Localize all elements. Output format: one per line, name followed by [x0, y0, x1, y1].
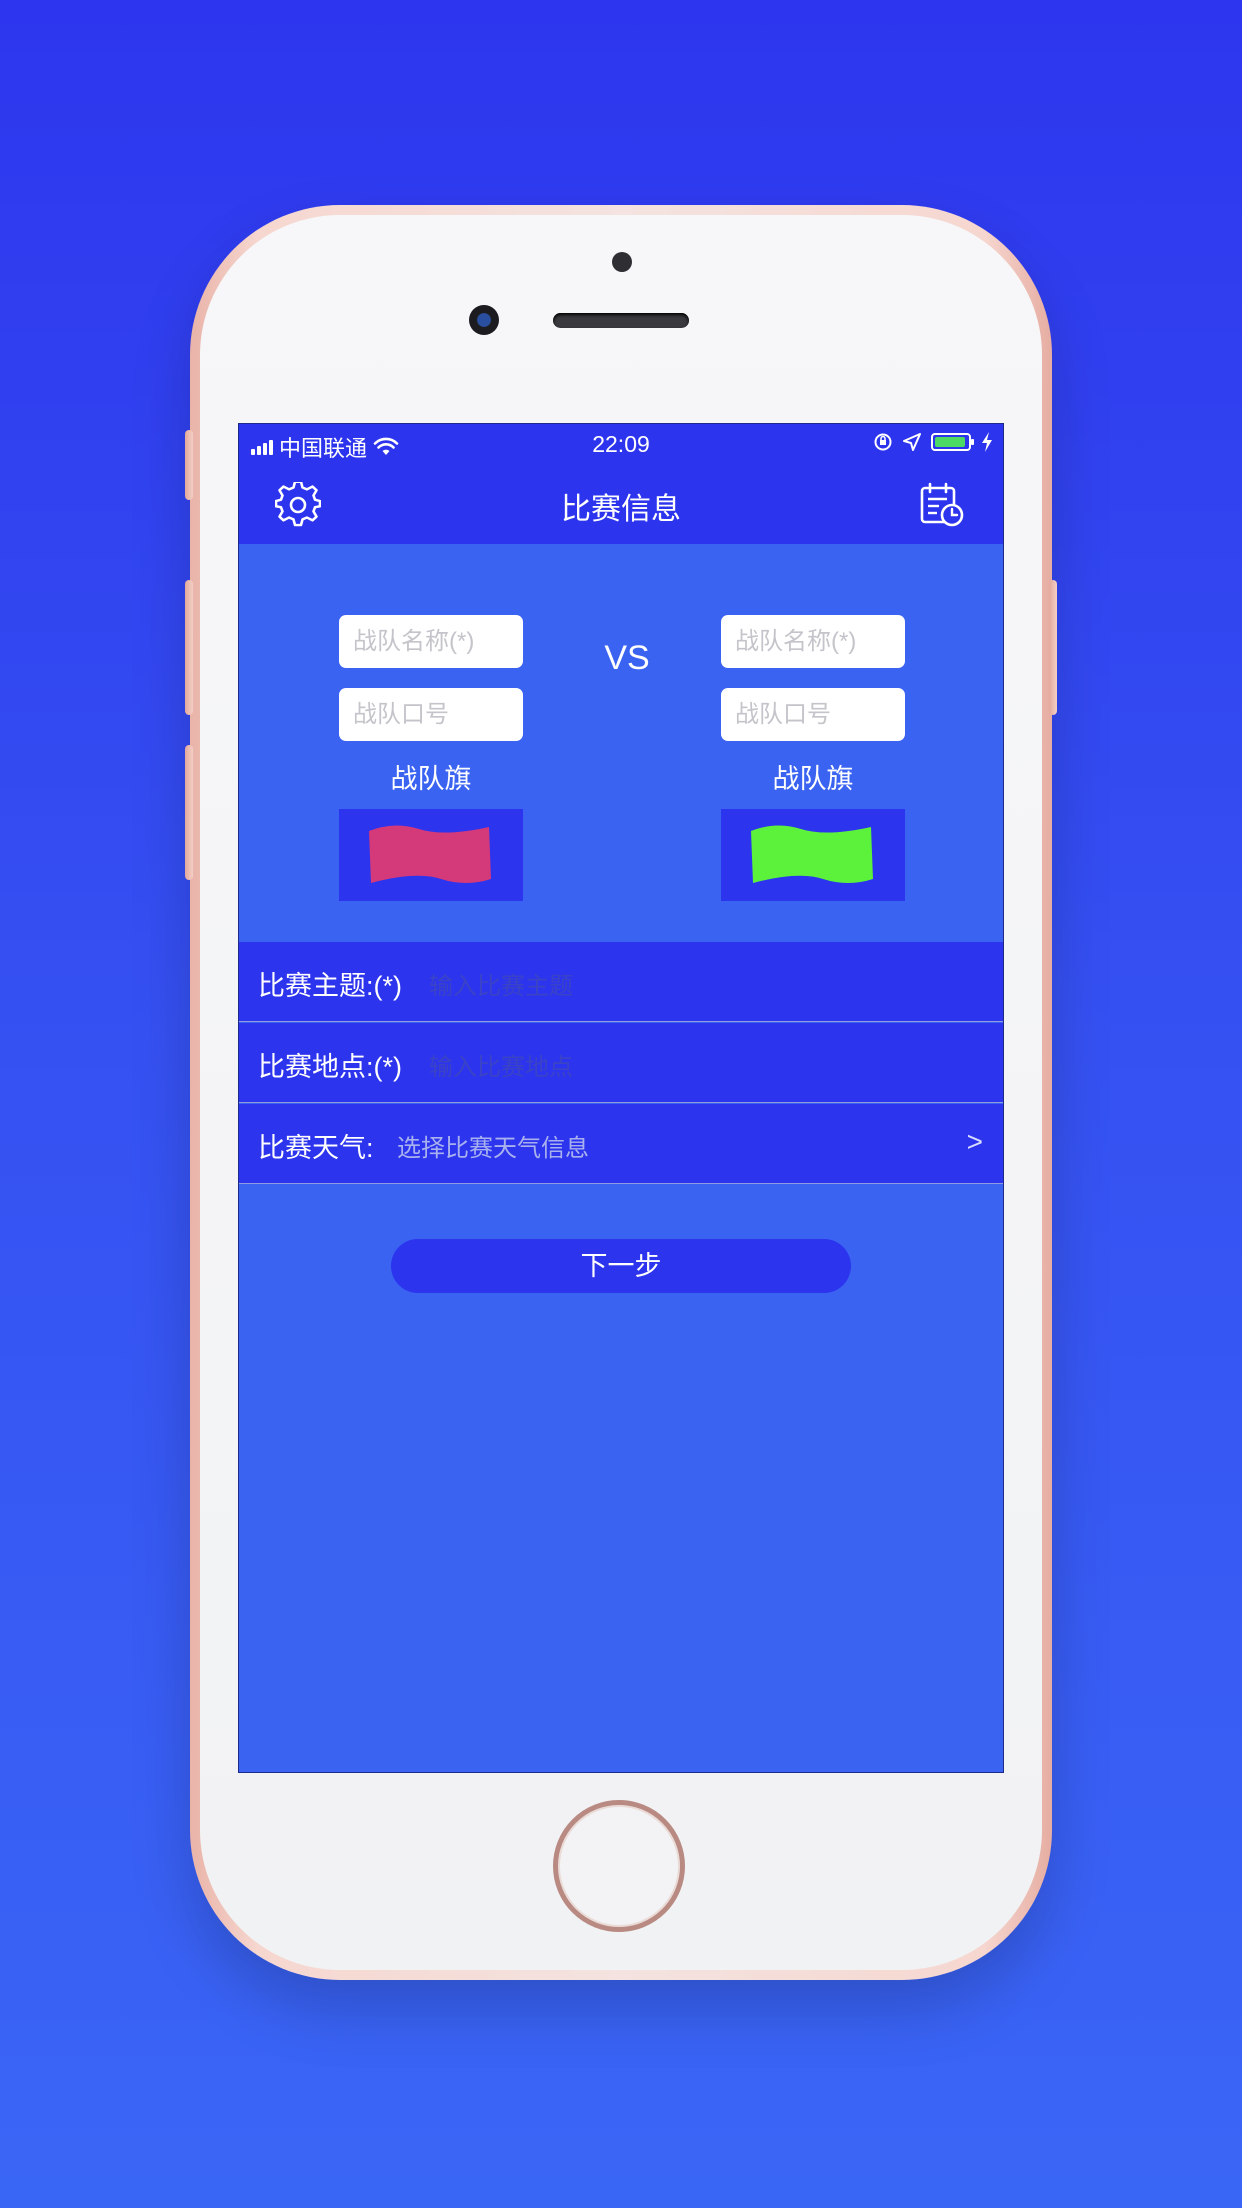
mute-switch [185, 430, 193, 500]
chevron-right-icon: > [966, 1126, 983, 1157]
location-label: 比赛地点:(*) [258, 1052, 402, 1082]
versus-label: VS [604, 639, 650, 677]
weather-label: 比赛天气: [258, 1133, 374, 1163]
right-flag-image [751, 825, 873, 883]
app-screen: 中国联通 22:09 比赛信息 战队名称(*) 战队口号 战队旗 VS 战队名称… [238, 423, 1004, 1773]
theme-input[interactable]: 输入比赛主题 [429, 966, 573, 1001]
volume-up-button [185, 580, 193, 715]
left-team-flag-label: 战队旗 [390, 764, 472, 794]
status-bar: 中国联通 22:09 [239, 424, 1003, 464]
weather-select-value[interactable]: 选择比赛天气信息 [397, 1128, 589, 1163]
volume-down-button [185, 745, 193, 880]
page-title: 比赛信息 [561, 493, 681, 526]
front-camera [469, 305, 499, 335]
battery-icon [931, 433, 974, 451]
next-step-button[interactable]: 下一步 [391, 1239, 851, 1293]
weather-row[interactable]: 比赛天气: 选择比赛天气信息 > [239, 1104, 1003, 1184]
theme-row[interactable]: 比赛主题:(*) 输入比赛主题 [239, 942, 1003, 1022]
left-flag-image [369, 825, 491, 883]
earpiece-speaker [553, 313, 689, 328]
left-team-slogan-input[interactable]: 战队口号 [339, 688, 523, 741]
right-team-flag-label: 战队旗 [772, 764, 854, 794]
proximity-sensor [612, 252, 632, 272]
navigation-bar: 比赛信息 [239, 464, 1003, 544]
power-button [1049, 580, 1057, 715]
charging-bolt-icon [982, 432, 992, 452]
location-arrow-icon [903, 433, 921, 451]
teams-section: 战队名称(*) 战队口号 战队旗 VS 战队名称(*) 战队口号 战队旗 [239, 544, 1003, 944]
right-team-slogan-input[interactable]: 战队口号 [721, 688, 905, 741]
home-button[interactable] [553, 1800, 685, 1932]
battery-level [935, 437, 965, 447]
right-team-flag-picker[interactable] [721, 809, 905, 901]
calendar-clock-icon[interactable] [919, 482, 965, 528]
left-team-flag-picker[interactable] [339, 809, 523, 901]
right-team-name-input[interactable]: 战队名称(*) [721, 615, 905, 668]
status-right [873, 432, 993, 452]
theme-label: 比赛主题:(*) [258, 971, 402, 1001]
orientation-lock-icon [874, 433, 892, 451]
left-team-name-input[interactable]: 战队名称(*) [339, 615, 523, 668]
location-input[interactable]: 输入比赛地点 [429, 1047, 573, 1082]
location-row[interactable]: 比赛地点:(*) 输入比赛地点 [239, 1023, 1003, 1103]
